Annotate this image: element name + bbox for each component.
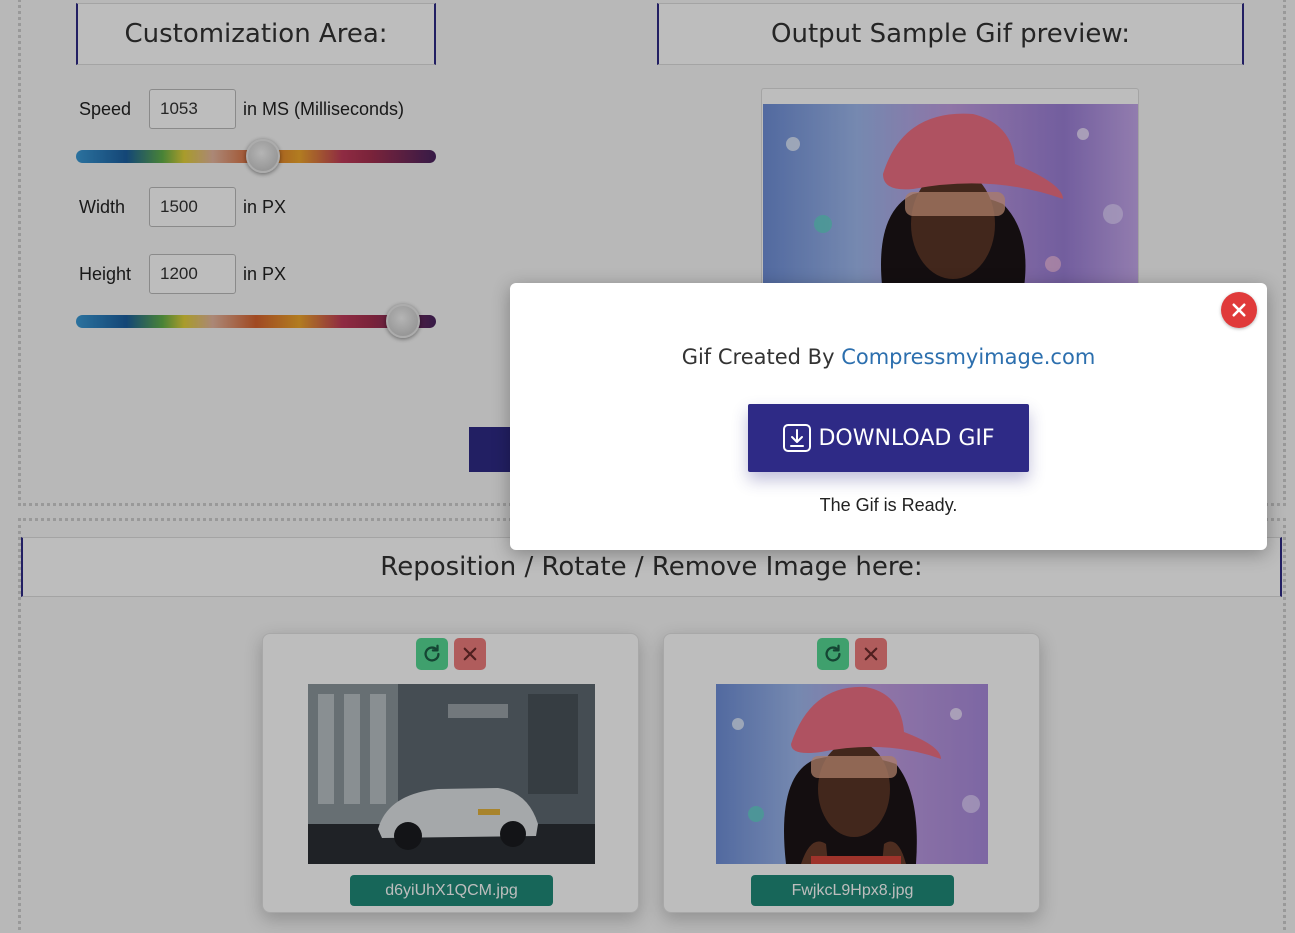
close-icon: [1232, 303, 1246, 317]
download-icon: [783, 424, 812, 452]
gif-ready-modal: Gif Created By Compressmyimage.com DOWNL…: [510, 283, 1267, 550]
modal-close-button[interactable]: [1221, 292, 1257, 328]
modal-heading-prefix: Gif Created By: [681, 345, 835, 369]
gif-status-text: The Gif is Ready.: [819, 495, 958, 515]
modal-heading: Gif Created By Compressmyimage.com: [510, 345, 1267, 369]
download-gif-button[interactable]: DOWNLOAD GIF: [748, 404, 1029, 472]
download-gif-label: DOWNLOAD GIF: [818, 425, 995, 451]
brand-link[interactable]: Compressmyimage.com: [841, 345, 1095, 369]
